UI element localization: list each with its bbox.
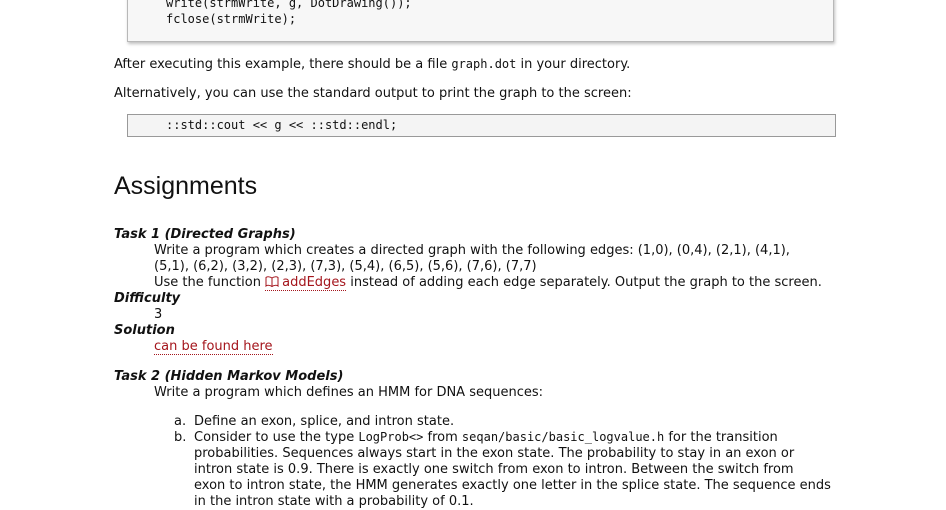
book-icon — [265, 276, 279, 287]
solution-link[interactable]: can be found here — [154, 339, 273, 355]
task2-title: Task 2 (Hidden Markov Models) — [114, 369, 344, 384]
paragraph-graph-dot: After executing this example, there shou… — [114, 57, 630, 72]
difficulty-label: Difficulty — [114, 291, 181, 306]
list-item-text: Consider to use the type LogProb<> from … — [194, 430, 778, 445]
list-text: Consider to use the type — [194, 430, 359, 445]
section-heading-assignments: Assignments — [114, 172, 258, 200]
list-item-marker: b. — [174, 430, 187, 445]
paragraph-text: After executing this example, there shou… — [114, 57, 452, 72]
solution-label: Solution — [114, 323, 175, 338]
code-line: fclose(strmWrite); — [166, 12, 297, 26]
addedges-link-label: addEdges — [282, 275, 347, 290]
paragraph-text: in your directory. — [516, 57, 631, 72]
task1-title: Task 1 (Directed Graphs) — [114, 227, 296, 242]
difficulty-value: 3 — [154, 307, 163, 322]
list-item-text: probabilities. Sequences always start in… — [194, 446, 795, 461]
inline-code-path: seqan/basic/basic_logvalue.h — [461, 430, 665, 444]
task1-text-line: (5,1), (6,2), (3,2), (2,3), (7,3), (5,4)… — [154, 259, 537, 274]
task1-text: Use the function — [154, 275, 266, 290]
task1-text: instead of adding each edge separately. … — [346, 275, 822, 290]
paragraph-stdout: Alternatively, you can use the standard … — [114, 86, 632, 101]
list-item-text: in the intron state with a probability o… — [194, 494, 474, 509]
inline-code-type: LogProb<> — [358, 430, 424, 444]
code-block-cout: ::std::cout << g << ::std::endl; — [127, 114, 836, 137]
code-line: write(strmWrite, g, DotDrawing()); — [166, 0, 412, 10]
solution-value: can be found here — [154, 339, 273, 355]
inline-code-filename: graph.dot — [451, 57, 517, 71]
task2-intro: Write a program which defines an HMM for… — [154, 385, 544, 400]
list-item-text: intron state is 0.9. There is exactly on… — [194, 462, 794, 477]
list-item-marker: a. — [174, 414, 187, 429]
code-line: ::std::cout << g << ::std::endl; — [166, 118, 398, 132]
list-text: for the transition — [664, 430, 778, 445]
addedges-link[interactable]: addEdges — [265, 275, 347, 291]
code-block-write: write(strmWrite, g, DotDrawing()); fclos… — [127, 0, 834, 42]
list-text: from — [423, 430, 462, 445]
list-item-text: Define an exon, splice, and intron state… — [194, 414, 455, 429]
task1-text-line: Use the function addEdges instead of add… — [154, 275, 822, 291]
list-item-text: exon to intron state, the HMM generates … — [194, 478, 831, 493]
task1-text-line: Write a program which creates a directed… — [154, 243, 790, 258]
